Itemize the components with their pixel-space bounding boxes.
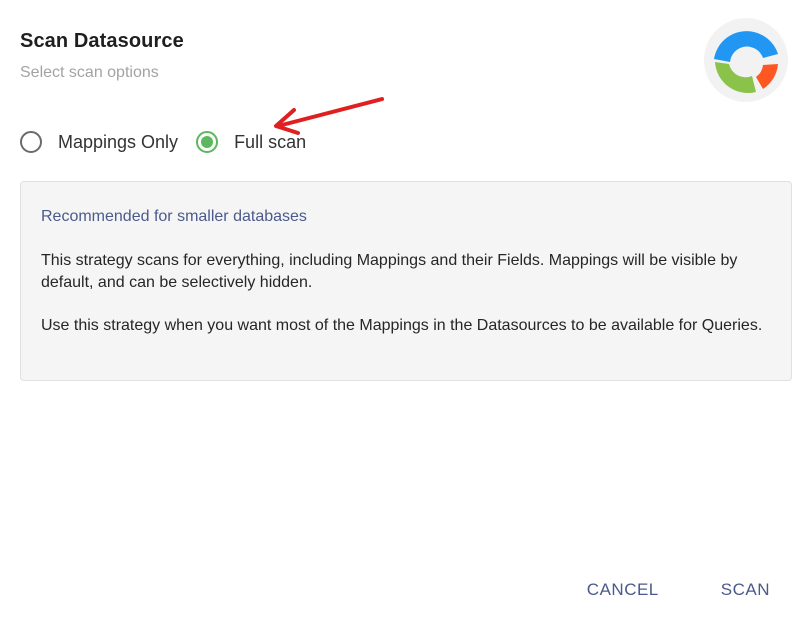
scan-button[interactable]: SCAN — [721, 580, 770, 600]
scan-options-radio-group: Mappings Only Full scan — [20, 131, 324, 153]
info-heading: Recommended for smaller databases — [41, 208, 307, 225]
cancel-button[interactable]: CANCEL — [587, 580, 659, 600]
datasource-ring-logo-icon — [704, 18, 788, 102]
radio-unchecked-icon[interactable] — [20, 131, 42, 153]
full-scan-label[interactable]: Full scan — [234, 132, 306, 153]
radio-dot — [201, 136, 214, 148]
radio-checked-icon[interactable] — [196, 131, 219, 153]
info-paragraph-2: Use this strategy when you want most of … — [41, 317, 763, 334]
dialog-actions: CANCEL SCAN — [587, 580, 770, 600]
mappings-only-radio[interactable]: Mappings Only — [20, 131, 178, 153]
scan-strategy-info-box: Recommended for smaller databases This s… — [20, 181, 792, 381]
dialog-subtitle: Select scan options — [20, 64, 159, 81]
dialog-title: Scan Datasource — [20, 30, 184, 52]
full-scan-radio[interactable]: Full scan — [196, 131, 306, 153]
mappings-only-label[interactable]: Mappings Only — [58, 132, 178, 153]
scan-datasource-dialog: Scan Datasource Select scan options Mapp… — [0, 0, 808, 622]
info-paragraph-1: This strategy scans for everything, incl… — [41, 252, 738, 291]
